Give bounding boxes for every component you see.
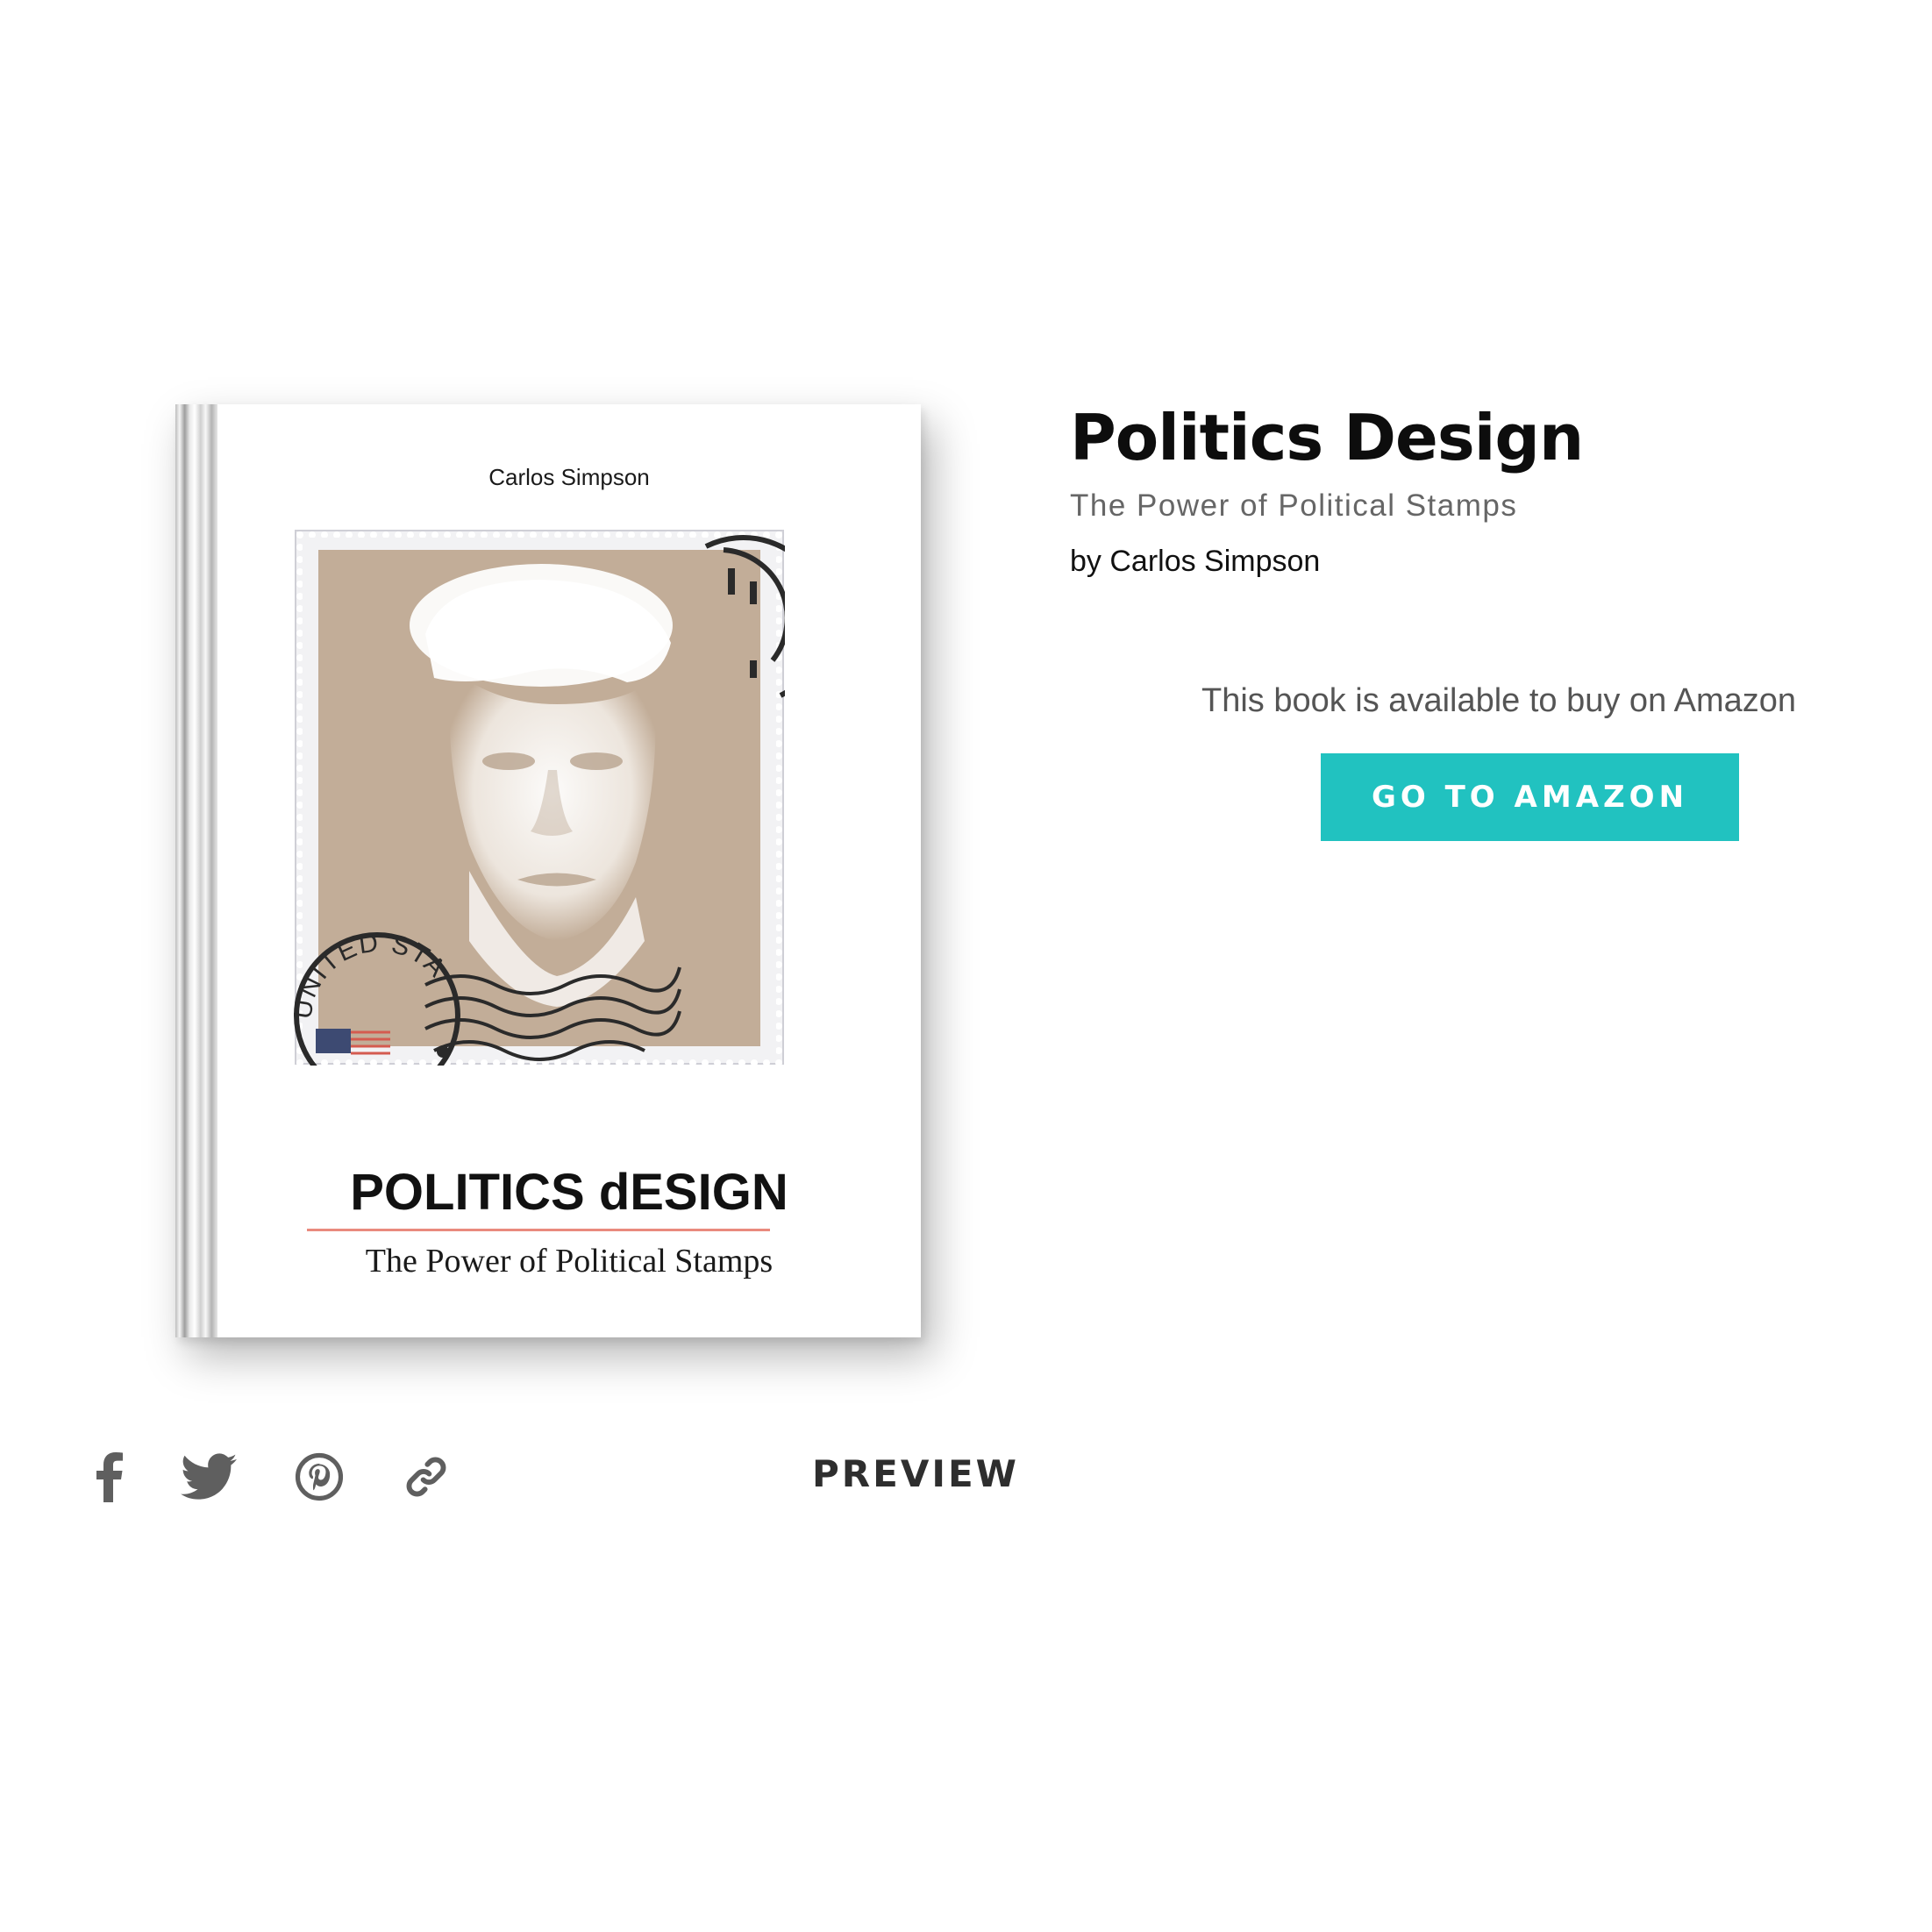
go-to-amazon-button[interactable]: GO TO AMAZON: [1321, 753, 1739, 841]
book-spine: [175, 404, 217, 1337]
preview-link[interactable]: PREVIEW: [812, 1452, 1019, 1495]
cover-author: Carlos Simpson: [488, 464, 650, 490]
cover-divider: [307, 1229, 770, 1231]
facebook-icon: [96, 1452, 123, 1502]
book-subtitle: The Power of Political Stamps: [1070, 488, 1518, 523]
share-twitter[interactable]: [180, 1449, 238, 1505]
share-copy-link[interactable]: [402, 1449, 451, 1505]
availability-text: This book is available to buy on Amazon: [1201, 682, 1797, 719]
book-title: Politics Design: [1070, 401, 1584, 474]
cover-subtitle: The Power of Political Stamps: [365, 1243, 774, 1280]
link-icon: [406, 1457, 446, 1497]
share-pinterest[interactable]: [294, 1449, 345, 1505]
stamp-illustration: UNITED STATES: [294, 529, 785, 1066]
cover-title: POLITICS dESIGN: [350, 1164, 788, 1221]
pinterest-icon: [295, 1452, 344, 1501]
book-info: Politics Design The Power of Political S…: [1070, 399, 1859, 579]
twitter-icon: [181, 1453, 237, 1500]
share-facebook[interactable]: [88, 1449, 132, 1505]
book-cover: Carlos Simpson NITED STA POLITICS dESIGN…: [175, 404, 921, 1337]
book-author: by Carlos Simpson: [1070, 545, 1321, 578]
